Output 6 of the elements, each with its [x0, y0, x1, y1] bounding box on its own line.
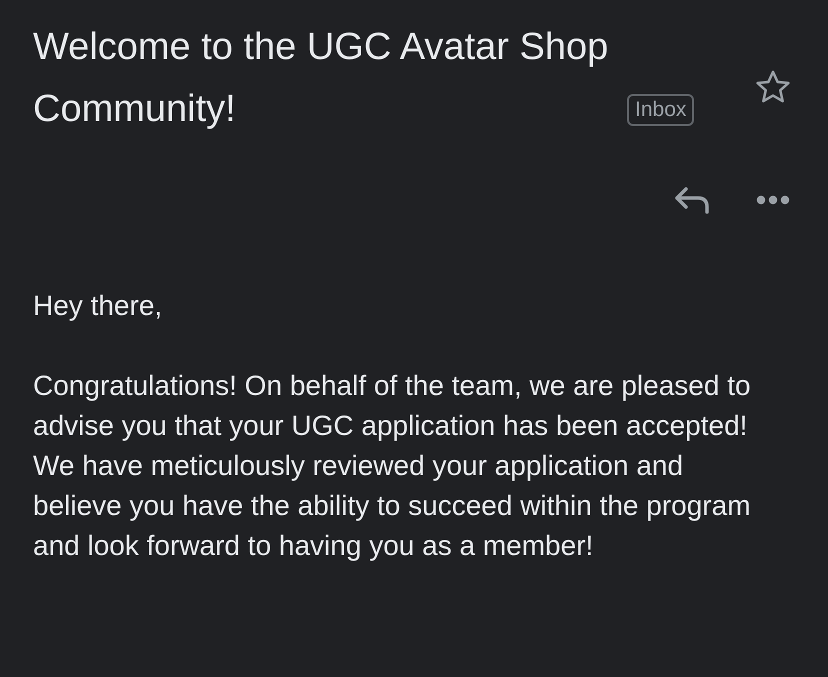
email-subject: Welcome to the UGC Avatar Shop Community! — [33, 25, 610, 132]
email-paragraph: Congratulations! On behalf of the team, we are pleased to advise you that your UGC application has been accepted! We have meticulously reviewed your application and believe you have the ability to succeed within the program and look forward to having you as a member! — [33, 369, 752, 563]
more-options-icon[interactable] — [756, 195, 790, 205]
reply-icon[interactable] — [674, 186, 710, 214]
inbox-label: Inbox — [627, 94, 694, 126]
email-paragraph: Hey there, — [33, 289, 164, 323]
